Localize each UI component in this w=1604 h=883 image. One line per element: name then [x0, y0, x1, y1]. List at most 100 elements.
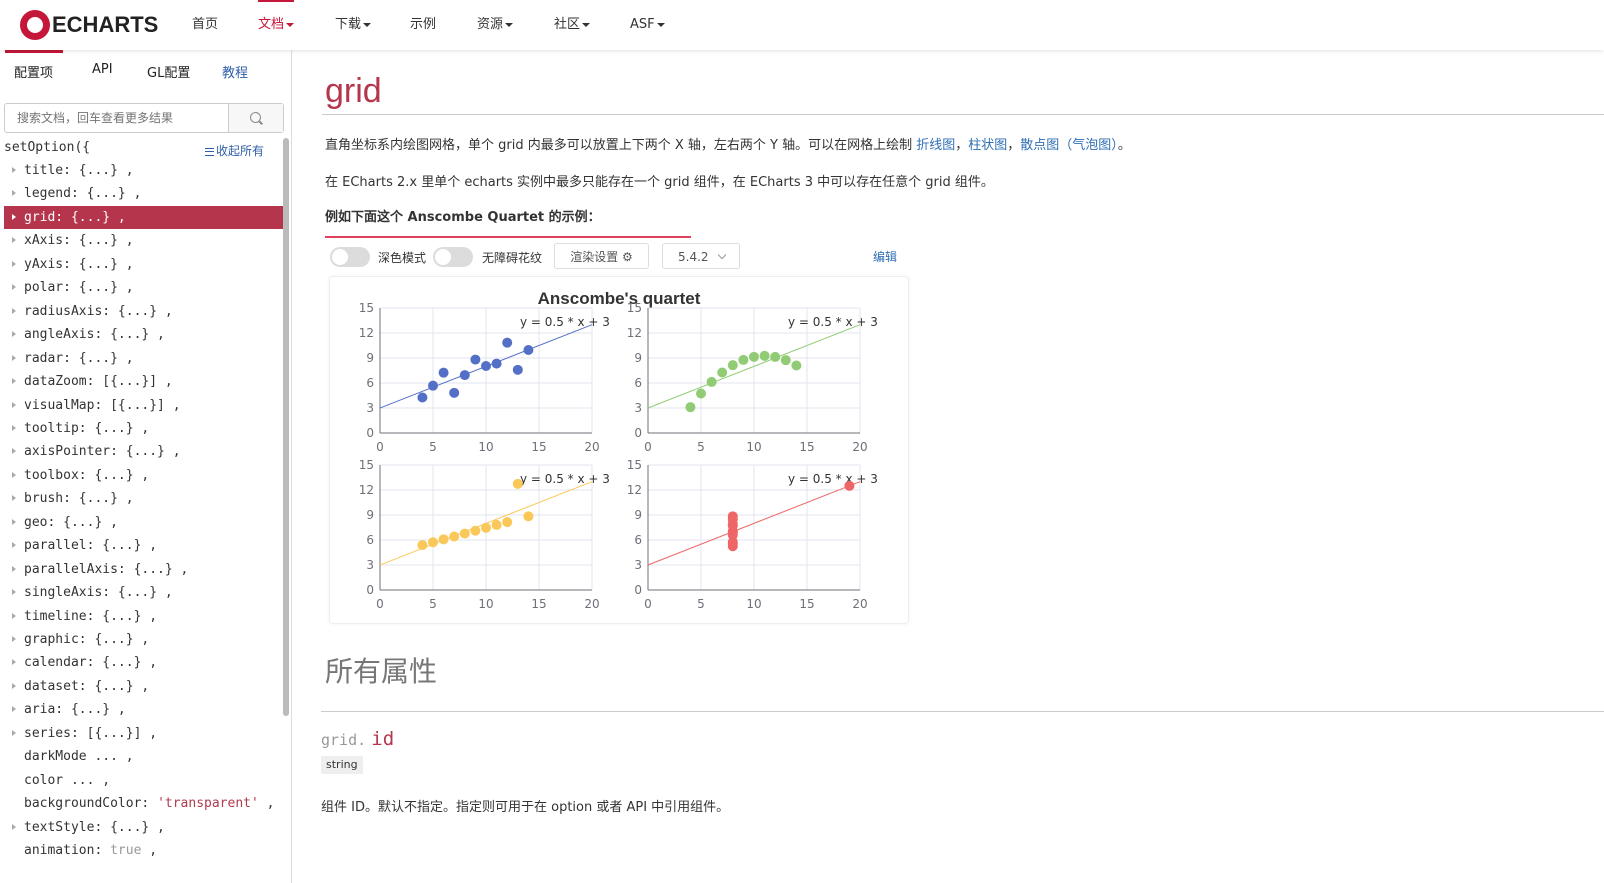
tab-tutorial[interactable]: 教程 [222, 62, 248, 81]
tree-item[interactable]: parallelAxis: {...} , [4, 558, 283, 581]
nav-item-label: 下载 [335, 17, 362, 32]
tree-item[interactable]: xAxis: {...} , [4, 229, 283, 252]
tree-item-label: yAxis: {...} , [24, 256, 134, 272]
nav-item-5[interactable]: 社区 [554, 0, 591, 50]
tree-item-label: darkMode ... , [24, 749, 134, 765]
nav-item-0[interactable]: 首页 [192, 0, 218, 50]
sidebar-tabs: 配置项 API GL配置 教程 [0, 50, 291, 94]
tree-item[interactable]: legend: {...} , [4, 182, 283, 205]
section-heading: 所有属性 [325, 655, 438, 688]
expand-arrow-icon [12, 167, 16, 173]
tree-item[interactable]: grid: {...} , [4, 205, 283, 229]
nav-item-4[interactable]: 资源 [477, 0, 514, 50]
tree-item[interactable]: tooltip: {...} , [4, 417, 283, 440]
echarts-logo[interactable]: ECHARTS [20, 10, 158, 40]
tab-option[interactable]: 配置项 [14, 62, 53, 81]
tree-item-label: axisPointer: {...} , [24, 444, 181, 460]
nav-item-3[interactable]: 示例 [410, 0, 436, 50]
tree-item[interactable]: visualMap: [{...}] , [4, 394, 283, 417]
tree-item[interactable]: angleAxis: {...} , [4, 323, 283, 346]
tree-item[interactable]: graphic: {...} , [4, 628, 283, 651]
expand-arrow-icon [12, 729, 16, 736]
tree-item[interactable]: brush: {...} , [4, 487, 283, 510]
property-description: 组件 ID。默认不指定。指定则可用于在 option 或者 API 中引用组件。 [321, 800, 730, 815]
tree-item[interactable]: radiusAxis: {...} , [4, 300, 283, 323]
tree-item-label: polar: {...} , [24, 280, 134, 296]
tree-item[interactable]: backgroundColor: 'transparent' , [4, 792, 283, 815]
link-line-chart[interactable]: 折线图 [916, 138, 955, 153]
tree-item-label: series: [{...}] , [24, 725, 158, 741]
sidebar-scrollbar[interactable] [283, 138, 289, 716]
scatter-point [727, 538, 738, 549]
expand-arrow-icon [12, 518, 16, 525]
tree-item[interactable]: animation: true , [4, 839, 283, 862]
tree-item[interactable]: series: [{...}] , [4, 722, 283, 745]
search-button[interactable] [228, 104, 283, 132]
scatter-point [459, 528, 470, 539]
logo-text: ECHARTS [52, 12, 159, 37]
chevron-down-icon [717, 250, 727, 260]
nav-item-1[interactable]: 文档 [258, 0, 295, 52]
x-tick-label: 10 [746, 440, 761, 454]
tree-item[interactable]: textStyle: {...} , [4, 816, 283, 839]
tree-item[interactable]: parallel: {...} , [4, 534, 283, 557]
expand-arrow-icon [12, 706, 16, 713]
aria-decal-label: 无障碍花纹 [482, 251, 543, 265]
tree-item-suffix: , [141, 843, 158, 859]
expand-arrow-icon [12, 542, 16, 549]
x-tick-label: 15 [799, 440, 814, 454]
regression-line-label: y = 0.5 * x + 3 [520, 472, 610, 486]
tree-item-label: textStyle: {...} , [24, 819, 165, 835]
expand-arrow-icon [12, 401, 16, 408]
tree-item[interactable]: calendar: {...} , [4, 651, 283, 674]
search-icon [250, 112, 261, 123]
tab-gl-option[interactable]: GL配置 [147, 62, 190, 81]
tree-item[interactable]: geo: {...} , [4, 511, 283, 534]
description-paragraph: 直角坐标系内绘图网格，单个 grid 内最多可以放置上下两个 X 轴，左右两个 … [325, 134, 1131, 153]
tree-item[interactable]: title: {...} , [4, 159, 283, 182]
scatter-point [428, 537, 438, 548]
tree-item[interactable]: darkMode ... , [4, 745, 283, 768]
aria-decal-toggle[interactable] [433, 247, 473, 267]
tree-item[interactable]: axisPointer: {...} , [4, 440, 283, 463]
anscombe-chart: Anscombe's quartet036912150 5 10 15 20y = 0.… [359, 289, 878, 611]
tab-api[interactable]: API [92, 62, 113, 77]
tree-item-suffix: , [258, 796, 275, 812]
y-tick-label: 15 [627, 458, 642, 472]
expand-arrow-icon [12, 354, 16, 361]
caret-down-icon [582, 22, 591, 27]
tree-item[interactable]: aria: {...} , [4, 698, 283, 721]
x-tick-label: 0 [644, 440, 652, 454]
collapse-all-button[interactable]: 收起所有 [205, 142, 264, 159]
tree-item-value: 'transparent' [157, 796, 259, 812]
tree-item-label: aria: {...} , [24, 702, 126, 718]
tree-item[interactable]: dataZoom: [{...}] , [4, 370, 283, 393]
nav-item-6[interactable]: ASF [630, 0, 665, 50]
dark-mode-toggle[interactable] [330, 247, 370, 267]
scatter-point [502, 517, 513, 528]
render-settings-button[interactable]: 渲染设置 ⚙ [554, 243, 649, 269]
tree-item[interactable]: yAxis: {...} , [4, 253, 283, 276]
chart-title: Anscombe's quartet [538, 289, 701, 308]
tree-item[interactable]: color ... , [4, 769, 283, 792]
scatter-point [727, 527, 738, 538]
tree-item-label: angleAxis: {...} , [24, 327, 165, 343]
scatter-point [438, 534, 449, 545]
tree-item[interactable]: timeline: {...} , [4, 605, 283, 628]
link-scatter-chart[interactable]: 散点图（气泡图） [1020, 138, 1118, 153]
tree-item[interactable]: toolbox: {...} , [4, 464, 283, 487]
nav-item-2[interactable]: 下载 [335, 0, 372, 50]
tree-item[interactable]: dataset: {...} , [4, 675, 283, 698]
x-tick-label: 15 [531, 597, 546, 611]
tree-item-label: brush: {...} , [24, 491, 134, 507]
y-tick-label: 9 [634, 508, 642, 522]
version-select[interactable]: 5.4.2 [662, 243, 740, 269]
tree-item[interactable]: polar: {...} , [4, 276, 283, 299]
y-tick-label: 15 [627, 301, 642, 315]
edit-link[interactable]: 编辑 [873, 248, 897, 265]
x-tick-label: 5 [697, 597, 705, 611]
tree-item[interactable]: radar: {...} , [4, 347, 283, 370]
search-input[interactable] [5, 104, 230, 132]
tree-item[interactable]: singleAxis: {...} , [4, 581, 283, 604]
link-bar-chart[interactable]: 柱状图 [968, 138, 1007, 153]
